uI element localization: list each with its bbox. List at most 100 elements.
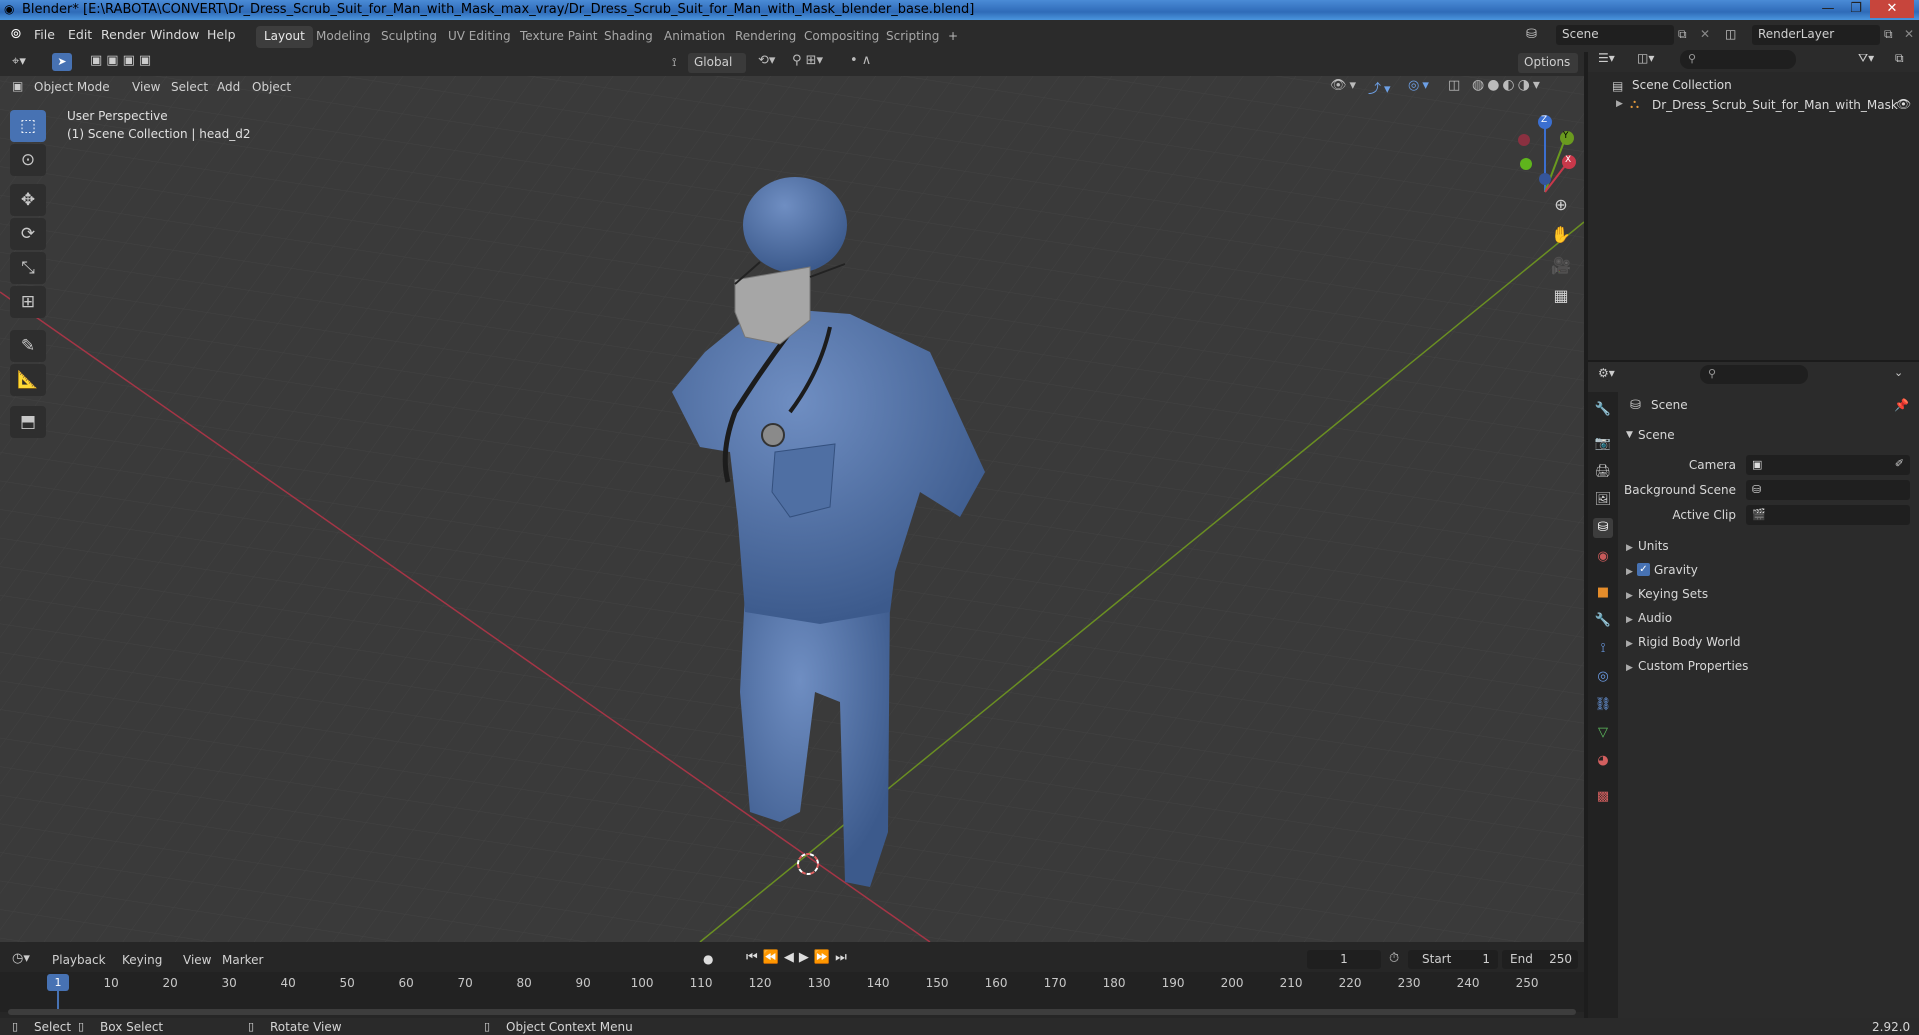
visibility-icon[interactable]: 👁▾ <box>1330 78 1359 93</box>
orientation-icon[interactable]: ⟟ <box>672 55 676 70</box>
menu-select[interactable]: Select <box>171 80 208 94</box>
select-tool-icon[interactable]: ➤ <box>52 53 72 71</box>
menu-edit[interactable]: Edit <box>68 27 92 42</box>
scene-name-field[interactable]: Scene <box>1556 25 1674 45</box>
rigid-body-expand-icon[interactable]: ▶ <box>1626 639 1633 649</box>
tab-scripting[interactable]: Scripting <box>878 26 947 48</box>
render-layer-icon[interactable]: ◫ <box>1725 27 1736 41</box>
minimize-icon[interactable]: — <box>1814 0 1842 18</box>
tab-texture-paint[interactable]: Texture Paint <box>512 26 605 48</box>
camera-view-icon[interactable]: 🎥 <box>1547 252 1575 280</box>
world-tab-icon[interactable]: ◉ <box>1593 547 1613 567</box>
output-tab-icon[interactable]: 🖨 <box>1593 462 1613 482</box>
close-icon[interactable]: ✕ <box>1870 0 1914 18</box>
material-tab-icon[interactable]: ◕ <box>1593 751 1613 771</box>
remove-scene-icon[interactable]: ✕ <box>1700 27 1710 41</box>
units-subpanel[interactable]: Units <box>1638 539 1669 553</box>
gravity-expand-icon[interactable]: ▶ <box>1626 567 1633 577</box>
transform-tool[interactable]: ⊞ <box>10 286 46 318</box>
shading-mode-icons[interactable]: ◍●◐◑▾ <box>1472 77 1543 93</box>
menu-timeline-view[interactable]: View <box>183 953 211 967</box>
tab-animation[interactable]: Animation <box>656 26 733 48</box>
data-tab-icon[interactable]: ▽ <box>1593 723 1613 743</box>
pivot-icon[interactable]: ⟲▾ <box>758 53 775 68</box>
select-box-tool[interactable]: ⬚ <box>10 110 46 142</box>
tab-modeling[interactable]: Modeling <box>308 26 379 48</box>
new-scene-icon[interactable]: ⧉ <box>1678 27 1687 42</box>
playback-controls[interactable]: ⏮⏪◀▶⏩⏭ <box>746 950 852 965</box>
menu-marker[interactable]: Marker <box>222 953 263 967</box>
pin-icon[interactable]: 📌 <box>1894 398 1909 412</box>
timeline-scrollbar[interactable] <box>8 1009 1576 1015</box>
new-layer-icon[interactable]: ⧉ <box>1884 27 1893 42</box>
playhead-frame[interactable]: 1 <box>47 974 69 991</box>
maximize-icon[interactable]: ❐ <box>1842 0 1870 18</box>
properties-editor-icon[interactable]: ⚙▾ <box>1598 366 1615 380</box>
timeline-editor-icon[interactable]: ◷▾ <box>12 951 30 966</box>
display-mode-icon[interactable]: ◫▾ <box>1637 51 1654 65</box>
object-tab-icon[interactable]: ■ <box>1593 583 1613 603</box>
cursor-tool[interactable]: ⊙ <box>10 144 46 176</box>
menu-view[interactable]: View <box>132 80 160 94</box>
panel-expand-icon[interactable]: ▼ <box>1626 430 1633 440</box>
menu-keying[interactable]: Keying <box>122 953 162 967</box>
add-workspace-button[interactable]: + <box>940 26 966 48</box>
filter-icon[interactable]: ⛛▾ <box>1858 51 1874 66</box>
gravity-checkbox[interactable]: ✓ <box>1637 563 1650 576</box>
gravity-subpanel[interactable]: Gravity <box>1654 563 1698 577</box>
custom-props-expand-icon[interactable]: ▶ <box>1626 663 1633 673</box>
editor-type-icon[interactable]: ⌖▾ <box>12 54 26 69</box>
scene-panel-title[interactable]: Scene <box>1638 428 1675 442</box>
mode-dropdown[interactable]: Object Mode <box>34 80 110 94</box>
tab-rendering[interactable]: Rendering <box>727 26 804 48</box>
texture-tab-icon[interactable]: ▩ <box>1593 787 1613 807</box>
start-frame-field[interactable]: Start 1 <box>1408 950 1498 969</box>
pan-hand-icon[interactable]: ✋ <box>1547 221 1575 249</box>
tab-sculpting[interactable]: Sculpting <box>373 26 445 48</box>
menu-add[interactable]: Add <box>217 80 240 94</box>
outliner-item-object[interactable]: Dr_Dress_Scrub_Suit_for_Man_with_Mask <box>1652 98 1898 112</box>
remove-layer-icon[interactable]: ✕ <box>1904 27 1914 41</box>
active-clip-field[interactable]: 🎬 <box>1746 505 1910 525</box>
record-icon[interactable]: ● <box>703 952 713 966</box>
outliner-search-input[interactable]: ⚲ <box>1680 50 1796 69</box>
rotate-tool[interactable]: ⟳ <box>10 218 46 250</box>
snap-icon[interactable]: ⚲ ⊞▾ <box>792 53 823 68</box>
perspective-toggle-icon[interactable]: ▦ <box>1547 282 1575 310</box>
blender-menu-icon[interactable]: ⊚ <box>10 26 22 42</box>
audio-subpanel[interactable]: Audio <box>1638 611 1672 625</box>
tool-tab-icon[interactable]: 🔧 <box>1593 400 1613 420</box>
end-frame-field[interactable]: End 250 <box>1502 950 1578 969</box>
scene-tab-icon[interactable]: ⛁ <box>1593 518 1613 538</box>
menu-file[interactable]: File <box>34 27 55 42</box>
menu-playback[interactable]: Playback <box>52 953 106 967</box>
particles-tab-icon[interactable]: ⟟ <box>1593 639 1613 659</box>
physics-tab-icon[interactable]: ◎ <box>1593 667 1613 687</box>
rigid-body-subpanel[interactable]: Rigid Body World <box>1638 635 1741 649</box>
new-collection-icon[interactable]: ⧉ <box>1895 51 1904 66</box>
scale-tool[interactable]: ⤡ <box>10 252 46 284</box>
zoom-icon[interactable]: ⊕ <box>1547 191 1575 219</box>
keying-sets-subpanel[interactable]: Keying Sets <box>1638 587 1708 601</box>
audio-expand-icon[interactable]: ▶ <box>1626 615 1633 625</box>
3d-viewport[interactable]: Z Y X User Perspective (1) Scene Collect… <box>0 52 1584 942</box>
scene-collection-label[interactable]: Scene Collection <box>1632 78 1732 92</box>
render-layer-field[interactable]: RenderLayer <box>1752 25 1880 45</box>
eyedropper-icon[interactable]: ✐ <box>1895 457 1904 470</box>
keying-sets-expand-icon[interactable]: ▶ <box>1626 591 1633 601</box>
visibility-eye-icon[interactable]: 👁 <box>1896 97 1911 111</box>
tab-uv-editing[interactable]: UV Editing <box>440 26 519 48</box>
camera-field[interactable]: ▣ ✐ <box>1746 455 1910 475</box>
scene-selector-icon[interactable]: ⛁ <box>1526 27 1537 42</box>
gizmo-toggle-icon[interactable]: ⤴▾ <box>1368 78 1394 97</box>
transform-orientation-dropdown[interactable]: Global <box>688 53 746 73</box>
render-tab-icon[interactable]: 📷 <box>1593 434 1613 454</box>
tab-compositing[interactable]: Compositing <box>796 26 887 48</box>
selection-mode-icons[interactable]: ▣▣▣▣ <box>90 53 155 68</box>
constraints-tab-icon[interactable]: ⛓ <box>1593 695 1613 715</box>
xray-icon[interactable]: ◫ <box>1448 78 1460 93</box>
background-scene-field[interactable]: ⛁ <box>1746 480 1910 500</box>
menu-render[interactable]: Render <box>101 27 146 42</box>
tab-shading[interactable]: Shading <box>596 26 661 48</box>
current-frame-field[interactable]: 1 <box>1307 950 1381 969</box>
